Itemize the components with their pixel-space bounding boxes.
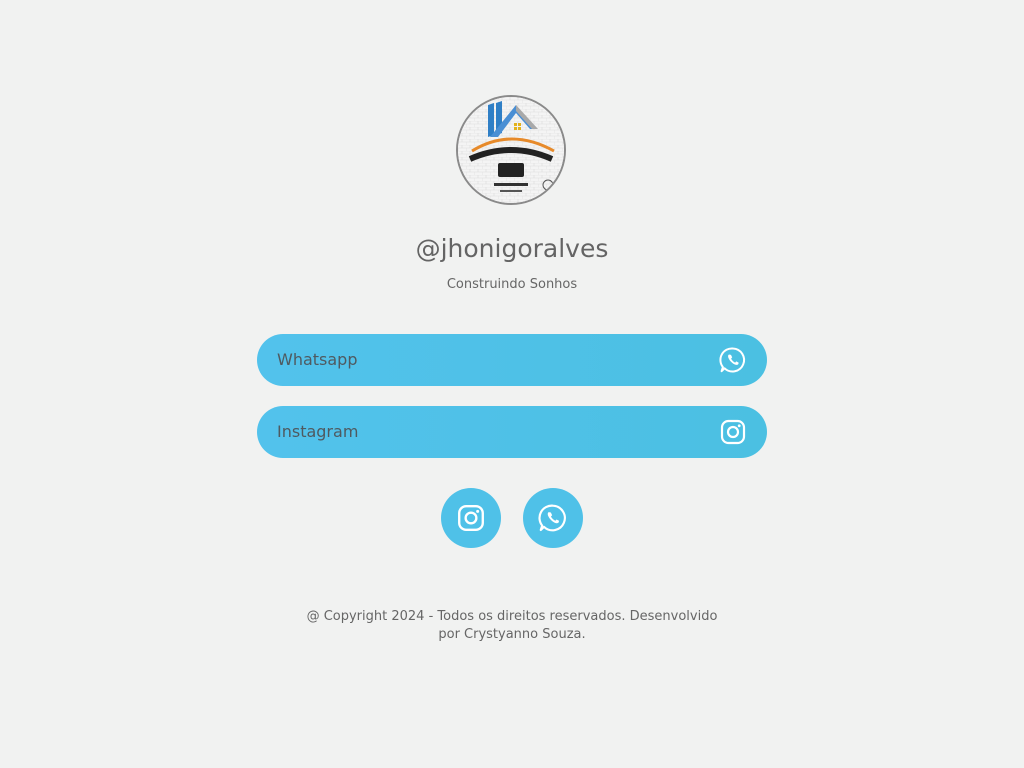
profile-handle: @jhonigoralves <box>415 234 609 263</box>
footer-copyright: @ Copyright 2024 - Todos os direitos res… <box>306 609 718 642</box>
instagram-link-button[interactable]: Instagram <box>257 406 767 458</box>
whatsapp-link-label: Whatsapp <box>277 350 358 369</box>
instagram-icon <box>458 505 484 531</box>
profile-tagline: Construindo Sonhos <box>446 277 578 292</box>
profile-avatar <box>456 95 566 205</box>
instagram-icon <box>720 419 746 445</box>
instagram-social-button[interactable] <box>441 488 501 548</box>
whatsapp-icon <box>538 504 566 532</box>
instagram-link-label: Instagram <box>277 422 359 441</box>
logo-image <box>458 97 564 203</box>
whatsapp-social-button[interactable] <box>523 488 583 548</box>
link-page: @jhonigoralves Construindo Sonhos Whatsa… <box>0 0 1024 768</box>
whatsapp-link-button[interactable]: Whatsapp <box>257 334 767 386</box>
whatsapp-icon <box>719 347 746 373</box>
